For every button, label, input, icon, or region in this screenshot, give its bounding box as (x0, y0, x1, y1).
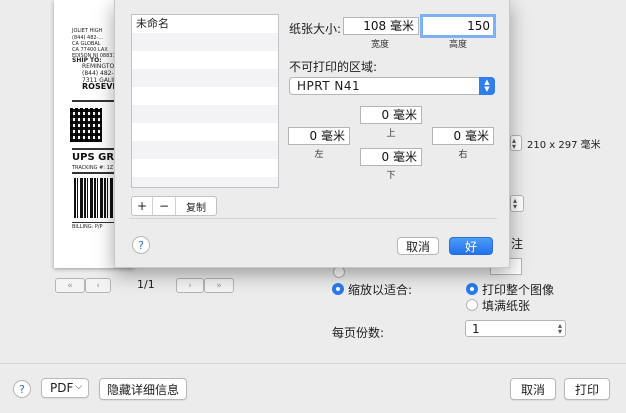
add-size-button[interactable]: + (132, 197, 153, 215)
print-button[interactable]: 打印 (564, 378, 610, 400)
copies-per-page-label: 每页份数: (332, 326, 385, 340)
list-item (132, 51, 278, 69)
fill-paper-radio[interactable] (466, 299, 478, 311)
list-item (132, 177, 278, 187)
previous-page-button[interactable]: ‹ (85, 278, 111, 293)
list-toolbar: + − 复制 (131, 196, 217, 216)
sheet-help-button[interactable]: ? (132, 236, 150, 254)
bottom-margin-field[interactable]: 0 毫米 (360, 148, 422, 166)
paper-size-value: 210 x 297 毫米 (527, 140, 601, 151)
duplicate-button[interactable]: 复制 (176, 197, 216, 215)
list-item (132, 105, 278, 123)
copies-per-page-select[interactable]: 1 ▴ ▾ (465, 320, 566, 337)
list-item (132, 123, 278, 141)
last-page-button[interactable]: » (204, 278, 234, 293)
print-label: 打印 (574, 382, 599, 397)
sheet-cancel-label: 取消 (405, 239, 430, 254)
pdf-menu-button[interactable]: PDF ⌵ (41, 378, 89, 398)
maxicode-image (70, 108, 102, 142)
left-margin-field[interactable]: 0 毫米 (288, 127, 350, 145)
help-button[interactable]: ? (13, 380, 31, 398)
scale-to-fit-label: 缩放以适合: (348, 283, 413, 297)
next-page-button[interactable]: › (176, 278, 204, 293)
right-caption: 右 (458, 150, 468, 160)
hide-details-label: 隐藏详细信息 (106, 382, 179, 397)
list-item[interactable]: 未命名 (132, 15, 278, 33)
top-margin-field[interactable]: 0 毫米 (360, 106, 422, 124)
print-entire-image-label: 打印整个图像 (482, 283, 555, 297)
stepper-icon: ▴ ▾ (513, 196, 518, 211)
chevron-right-icon: › (188, 280, 192, 291)
cancel-print-label: 取消 (520, 382, 545, 397)
list-item (132, 87, 278, 105)
custom-paper-size-sheet: 未命名 + − 复制 纸张大小: 108 毫米 宽度 150 高度 不可打印的区… (114, 0, 510, 268)
right-margin-field[interactable]: 0 毫米 (432, 127, 494, 145)
duplicate-label: 复制 (186, 202, 206, 214)
plus-icon: + (136, 199, 148, 213)
sheet-cancel-button[interactable]: 取消 (397, 237, 439, 255)
label-line: JOLIET HIGH (72, 28, 103, 34)
list-item (132, 159, 278, 177)
print-entire-image-radio[interactable] (466, 283, 478, 295)
double-chevron-left-icon: « (67, 280, 73, 291)
dropdown-chevron-icon: ⌵ (75, 382, 82, 392)
width-field[interactable]: 108 毫米 (343, 17, 419, 35)
bottom-caption: 下 (386, 171, 396, 181)
partial-label: 注 (511, 237, 524, 251)
page-counter: 1/1 (137, 278, 155, 291)
cancel-print-button[interactable]: 取消 (510, 378, 556, 400)
list-item (132, 141, 278, 159)
billing-info: BILLING: P/P (72, 224, 103, 230)
stepper-icon: ▴ ▾ (557, 321, 562, 336)
chevron-left-icon: ‹ (96, 280, 100, 291)
list-item (132, 33, 278, 51)
hide-details-button[interactable]: 隐藏详细信息 (99, 378, 187, 400)
footer-divider (0, 363, 626, 364)
first-page-button[interactable]: « (55, 278, 85, 293)
custom-size-list[interactable]: 未命名 (131, 14, 279, 188)
printer-popup[interactable]: HPRT N41 ▲ ▼ (289, 77, 495, 95)
help-icon: ? (138, 238, 144, 252)
width-caption: 宽度 (370, 40, 389, 50)
popup-arrows-icon: ▲ ▼ (479, 77, 495, 95)
top-caption: 上 (386, 129, 396, 139)
remove-size-button[interactable]: − (153, 197, 176, 215)
left-caption: 左 (314, 150, 324, 160)
tracking-number: TRACKING #: 1Z (72, 165, 114, 171)
copies-value: 1 (472, 322, 480, 336)
height-field[interactable]: 150 (420, 14, 496, 38)
help-icon: ? (19, 382, 25, 396)
height-caption: 高度 (448, 40, 467, 50)
sheet-divider (129, 218, 497, 219)
option-popup[interactable]: ▴ ▾ (510, 195, 524, 212)
fill-paper-label: 填满纸张 (482, 299, 531, 313)
ok-button[interactable]: 好 (449, 237, 493, 255)
nonprintable-area-label: 不可打印的区域: (289, 60, 378, 74)
printer-value: HPRT N41 (297, 79, 361, 93)
double-chevron-right-icon: » (216, 280, 222, 291)
paper-size-popup[interactable]: ▴ ▾ (510, 135, 522, 151)
scale-to-fit-radio[interactable] (332, 283, 344, 295)
paper-size-label: 纸张大小: (289, 22, 342, 36)
list-item (132, 69, 278, 87)
pdf-label: PDF (50, 381, 74, 395)
stepper-icon: ▴ ▾ (512, 136, 517, 151)
minus-icon: − (158, 199, 170, 213)
ok-label: 好 (464, 239, 477, 254)
